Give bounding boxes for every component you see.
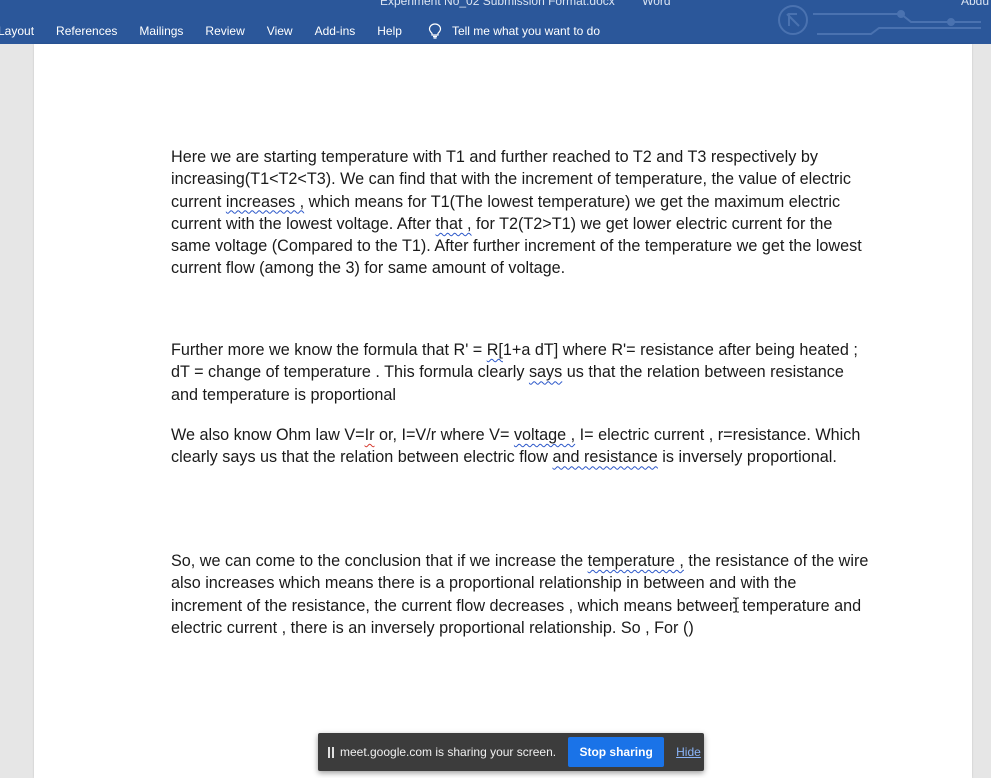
ribbon-decoration-icon xyxy=(778,5,981,35)
document-page[interactable]: Here we are starting temperature with T1… xyxy=(34,44,972,778)
tell-me-search[interactable]: Tell me what you want to do xyxy=(428,23,600,39)
p3-grammar-flag-2[interactable]: and resistance xyxy=(553,448,658,466)
ibeam-cursor-icon xyxy=(733,597,739,613)
tab-help[interactable]: Help xyxy=(377,22,402,40)
paragraph-ohm-law[interactable]: We also know Ohm law V=Ir or, I=V/r wher… xyxy=(171,424,871,469)
paragraph-conclusion[interactable]: So, we can come to the conclusion that i… xyxy=(171,550,871,639)
tab-references[interactable]: References xyxy=(56,22,117,40)
tell-me-text: Tell me what you want to do xyxy=(451,24,601,38)
word-ribbon: Experiment No_02 Submission Format.docx … xyxy=(0,0,991,44)
paragraph-temperature-increment[interactable]: Here we are starting temperature with T1… xyxy=(171,146,871,280)
p2-text-a: Further more we know the formula that R'… xyxy=(171,341,487,359)
stop-sharing-button[interactable]: Stop sharing xyxy=(568,737,665,767)
app-name: Word xyxy=(642,0,671,8)
hide-link[interactable]: Hide xyxy=(676,745,701,759)
p3-grammar-flag-1[interactable]: voltage , xyxy=(514,426,575,444)
p2-grammar-flag-2[interactable]: says xyxy=(529,363,562,381)
lightbulb-icon xyxy=(428,23,442,39)
window-title: Experiment No_02 Submission Format.docx … xyxy=(380,0,695,8)
ribbon-tabs: Layout References Mailings Review View A… xyxy=(0,22,600,40)
p4-grammar-flag-1[interactable]: temperature , xyxy=(588,552,684,570)
p3-text-d: is inversely proportional. xyxy=(657,448,837,467)
p1-grammar-flag-2[interactable]: that , xyxy=(436,215,472,233)
p2-grammar-flag-1[interactable]: R[ xyxy=(487,341,503,359)
document-title: Experiment No_02 Submission Format.docx xyxy=(380,0,615,8)
tab-review[interactable]: Review xyxy=(205,22,244,40)
p3-text-a: We also know Ohm law V= xyxy=(171,426,365,444)
share-message: meet.google.com is sharing your screen. xyxy=(340,745,557,759)
tab-layout[interactable]: Layout xyxy=(0,22,34,40)
paragraph-resistance-formula[interactable]: Further more we know the formula that R'… xyxy=(171,339,871,406)
tab-mailings[interactable]: Mailings xyxy=(139,22,183,40)
p3-text-b: or, I=V/r where V= xyxy=(374,426,514,444)
p3-spelling-flag[interactable]: Ir xyxy=(365,426,375,444)
tab-add-ins[interactable]: Add-ins xyxy=(315,22,356,40)
p1-grammar-flag-1[interactable]: increases , xyxy=(226,193,304,211)
document-canvas: Here we are starting temperature with T1… xyxy=(0,44,991,778)
pause-icon xyxy=(328,746,334,758)
tab-view[interactable]: View xyxy=(267,22,293,40)
p4-text-a: So, we can come to the conclusion that i… xyxy=(171,552,588,570)
screen-share-bar: meet.google.com is sharing your screen. … xyxy=(318,733,704,771)
